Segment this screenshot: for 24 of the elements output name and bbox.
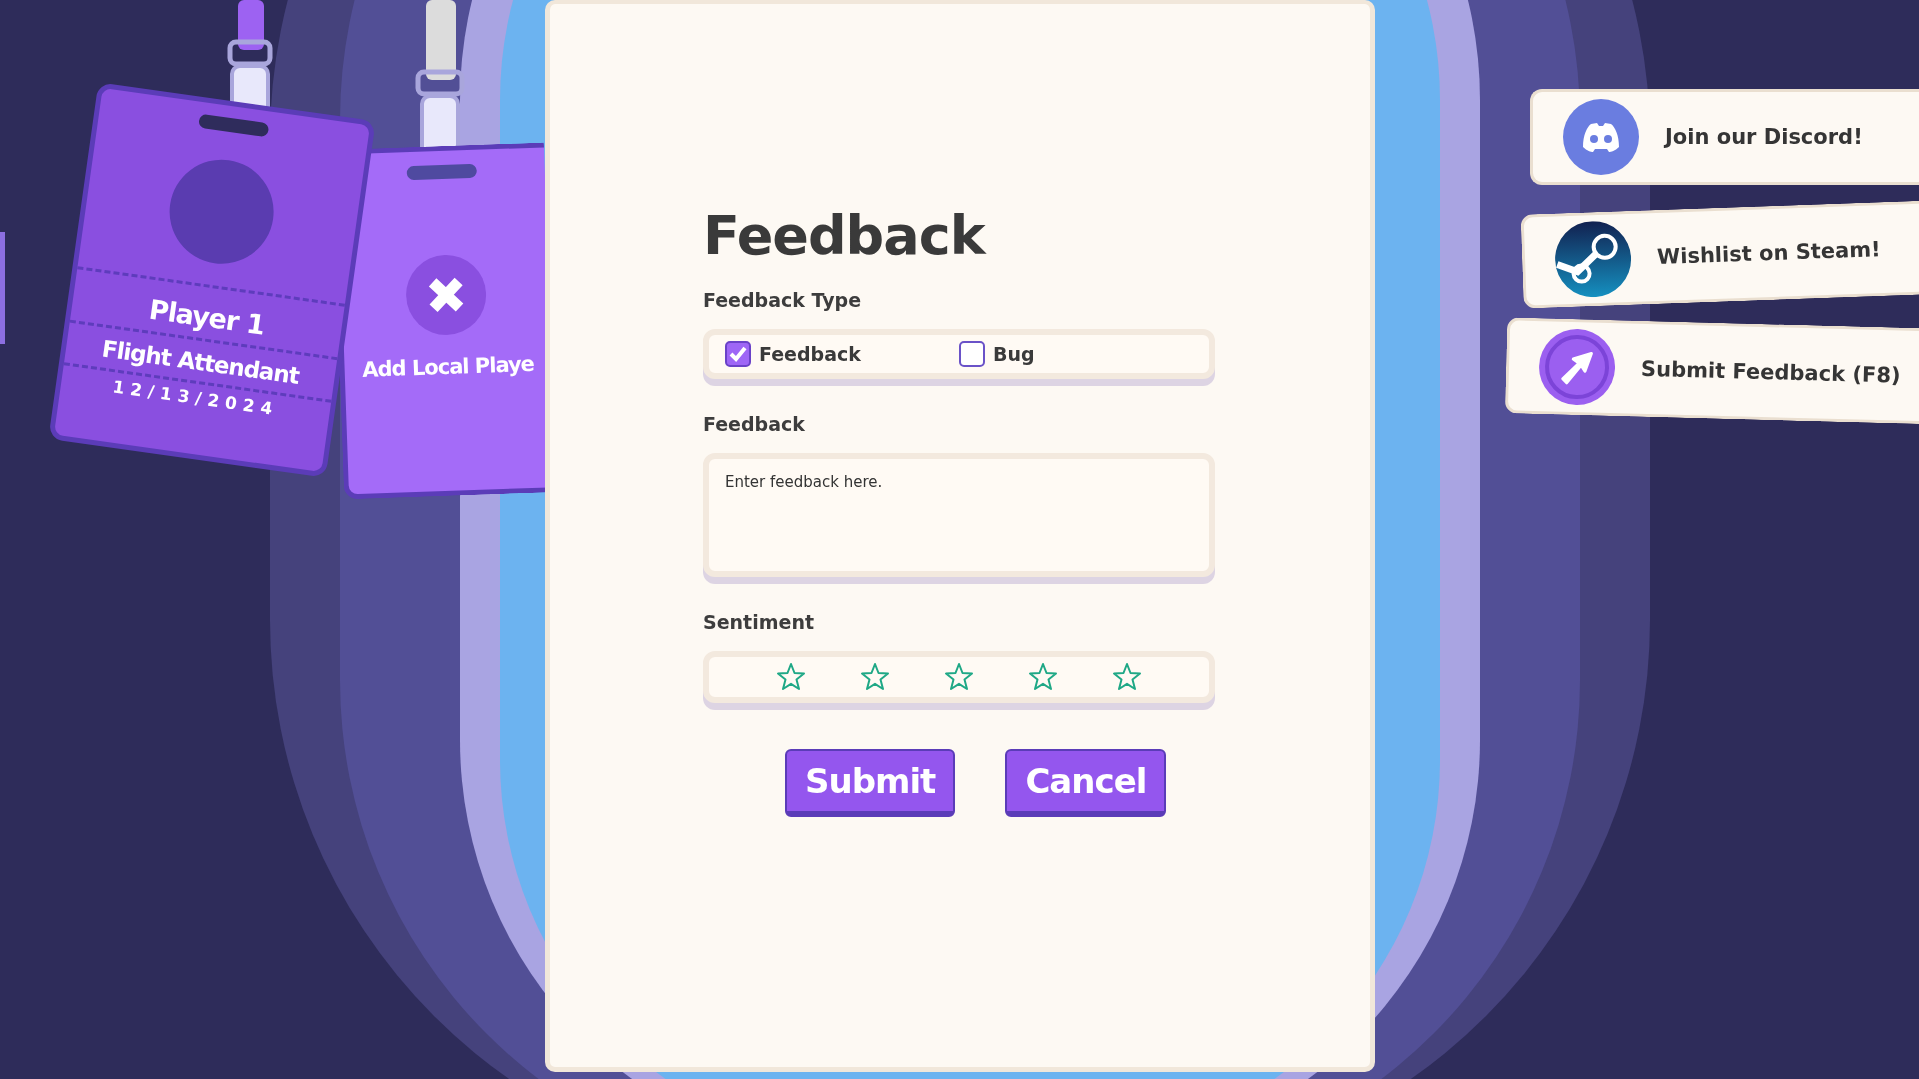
star-icon[interactable] [943, 661, 975, 693]
option-label: Feedback [759, 343, 861, 365]
player-name: Player 1 [147, 293, 267, 341]
field-label: Sentiment [703, 611, 815, 633]
star-icon[interactable] [859, 661, 891, 693]
discord-icon [1563, 99, 1639, 175]
close-icon [404, 253, 487, 337]
link-button[interactable]: Join our Discord! [1530, 89, 1919, 185]
feedback-input[interactable]: Enter feedback here. [703, 453, 1215, 577]
field-label: Feedback [703, 413, 806, 435]
star-icon[interactable] [1027, 661, 1059, 693]
dialog-button[interactable]: Submit [785, 749, 956, 817]
dialog-title: Feedback [703, 204, 988, 267]
link-button[interactable]: Submit Feedback (F8) [1504, 317, 1919, 425]
checkbox[interactable] [725, 341, 751, 367]
link-button[interactable]: Wishlist on Steam! [1520, 199, 1919, 309]
star-icon[interactable] [1111, 661, 1143, 693]
badge-slot [406, 163, 477, 181]
dialog-button[interactable]: Cancel [1005, 749, 1167, 817]
field-label: Feedback Type [703, 289, 863, 311]
steam-icon [1553, 219, 1633, 299]
option-label: Bug [993, 343, 1035, 365]
star-icon[interactable] [775, 661, 807, 693]
checkbox[interactable] [959, 341, 985, 367]
